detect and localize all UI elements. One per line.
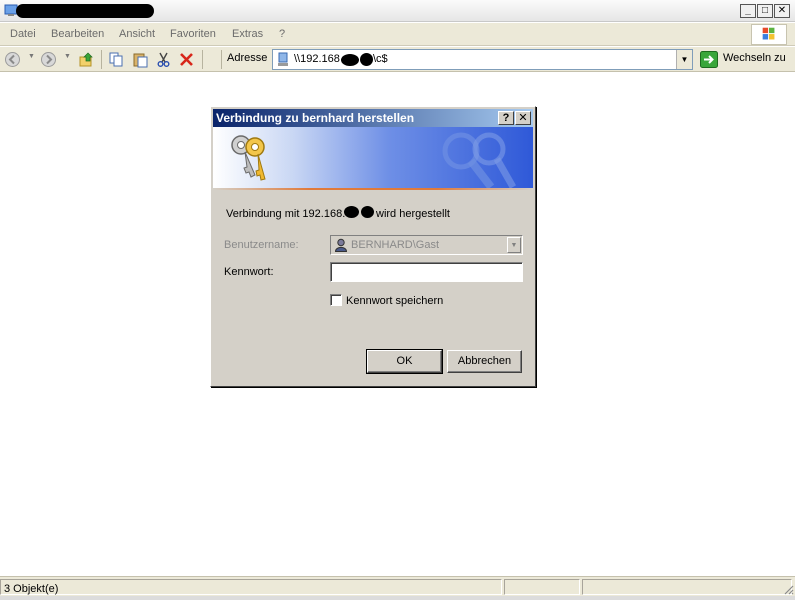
address-label: Adresse — [227, 52, 268, 64]
status-objects-count: 3 Objekt(e) — [4, 583, 59, 595]
user-icon — [334, 238, 348, 252]
redacted-ip-part — [360, 53, 373, 66]
address-value: \\192.168 — [294, 53, 340, 65]
forward-dropdown-icon[interactable]: ▼ — [64, 53, 71, 60]
cut-icon[interactable] — [155, 51, 172, 68]
ok-button[interactable]: OK — [366, 349, 443, 374]
back-dropdown-icon[interactable]: ▼ — [28, 53, 35, 60]
menu-datei[interactable]: Datei — [10, 28, 36, 40]
network-drive-icon — [278, 52, 288, 66]
remember-password-label[interactable]: Kennwort speichern — [346, 295, 443, 307]
toolbar-separator — [101, 50, 102, 69]
connect-dialog: Verbindung zu bernhard herstellen ? ✕ Ve… — [210, 106, 536, 387]
redacted-ip-part — [361, 206, 374, 218]
dialog-close-button[interactable]: ✕ — [515, 111, 531, 125]
keys-icon — [231, 135, 266, 181]
password-label: Kennwort: — [224, 266, 274, 278]
username-combobox[interactable]: BERNHARD\Gast ▼ — [330, 235, 523, 255]
cancel-button[interactable]: Abbrechen — [447, 350, 522, 373]
redacted-window-title — [16, 4, 154, 18]
toolbar-separator — [221, 50, 222, 69]
menu-bearbeiten[interactable]: Bearbeiten — [51, 28, 104, 40]
address-dropdown-icon[interactable]: ▼ — [676, 50, 692, 69]
status-cell-2 — [504, 579, 580, 595]
up-folder-icon[interactable] — [78, 51, 95, 68]
forward-icon[interactable] — [40, 51, 57, 68]
maximize-button[interactable]: □ — [757, 4, 773, 18]
connection-message: Verbindung mit 192.168. — [226, 208, 346, 220]
dialog-banner — [213, 127, 533, 188]
close-button[interactable]: ✕ — [774, 4, 790, 18]
windows-logo-icon — [751, 24, 787, 45]
dialog-title: Verbindung zu bernhard herstellen — [216, 111, 415, 125]
menu-extras[interactable]: Extras — [232, 28, 263, 40]
redacted-ip-part — [341, 54, 359, 66]
connection-message-suffix: wird hergestellt — [376, 208, 450, 220]
copy-icon[interactable] — [108, 51, 125, 68]
status-cell-3 — [582, 579, 792, 595]
username-label: Benutzername: — [224, 239, 299, 251]
back-icon[interactable] — [4, 51, 21, 68]
address-share: \c$ — [373, 53, 388, 65]
toolbar: ▼ ▼ Adresse \\192.168 \c$ ▼ Wechseln zu — [0, 47, 795, 72]
dialog-help-button[interactable]: ? — [498, 111, 514, 125]
redacted-ip-part — [344, 206, 359, 218]
menu-bar: Datei Bearbeiten Ansicht Favoriten Extra… — [0, 23, 795, 46]
username-value: BERNHARD\Gast — [351, 239, 440, 251]
menu-favoriten[interactable]: Favoriten — [170, 28, 216, 40]
address-bar[interactable]: \\192.168 \c$ ▼ — [272, 49, 693, 70]
go-arrow-icon — [700, 51, 718, 68]
menu-ansicht[interactable]: Ansicht — [119, 28, 155, 40]
remember-password-checkbox[interactable] — [330, 294, 342, 306]
resize-grip-icon[interactable] — [782, 583, 794, 595]
delete-icon[interactable] — [178, 51, 195, 68]
toolbar-separator — [202, 50, 203, 69]
window-titlebar[interactable]: _ □ ✕ — [0, 0, 795, 22]
status-bar: 3 Objekt(e) — [0, 576, 795, 596]
paste-icon[interactable] — [132, 51, 149, 68]
banner-divider — [213, 188, 533, 190]
minimize-button[interactable]: _ — [740, 4, 756, 18]
status-objects-cell: 3 Objekt(e) — [0, 579, 502, 595]
banner-watermark-icon — [442, 132, 517, 188]
go-button[interactable]: Wechseln zu — [698, 50, 791, 69]
go-label: Wechseln zu — [723, 52, 786, 64]
window-bottom-border — [0, 596, 795, 600]
password-field[interactable] — [330, 262, 523, 282]
dialog-titlebar[interactable]: Verbindung zu bernhard herstellen ? ✕ — [213, 109, 533, 127]
username-dropdown-icon[interactable]: ▼ — [507, 237, 521, 253]
menu-help[interactable]: ? — [279, 28, 285, 40]
